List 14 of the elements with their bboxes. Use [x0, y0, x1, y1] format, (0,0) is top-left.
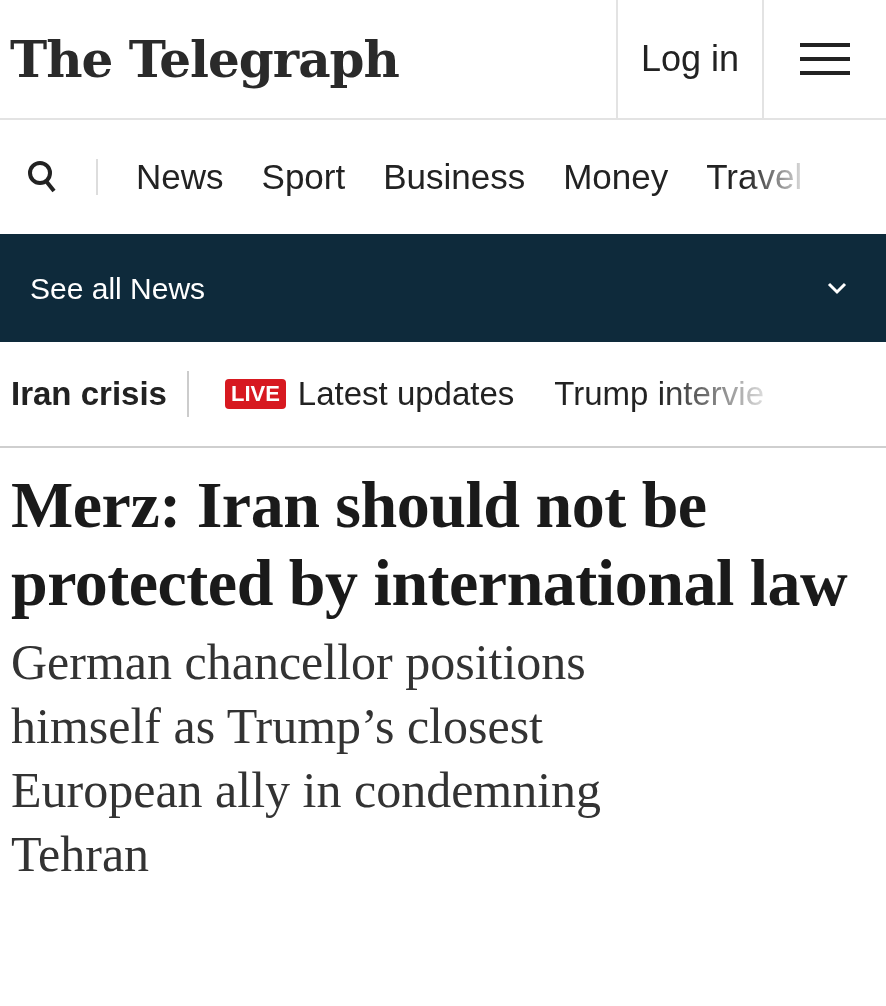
menu-icon: [800, 42, 850, 76]
standfirst: German chancellor positions himself as Trump’s closest European ally in condemning Tehran: [11, 633, 603, 884]
nav-link[interactable]: Sport: [261, 150, 346, 204]
topic-title[interactable]: Iran crisis: [11, 369, 167, 419]
live-badge: LIVE: [224, 379, 286, 409]
nav-link[interactable]: Business: [383, 150, 526, 204]
section-dropdown[interactable]: See all News: [0, 234, 886, 342]
headline: Merz: Iran should not be protected by international law: [11, 467, 849, 621]
login-button[interactable]: Log in: [616, 0, 762, 118]
nav-link[interactable]: News: [136, 150, 224, 204]
nav-link[interactable]: Money: [563, 150, 669, 204]
logo[interactable]: The Telegraph: [10, 21, 399, 97]
topic-link[interactable]: LIVE Latest updates: [224, 369, 515, 419]
search-icon[interactable]: [26, 160, 58, 194]
